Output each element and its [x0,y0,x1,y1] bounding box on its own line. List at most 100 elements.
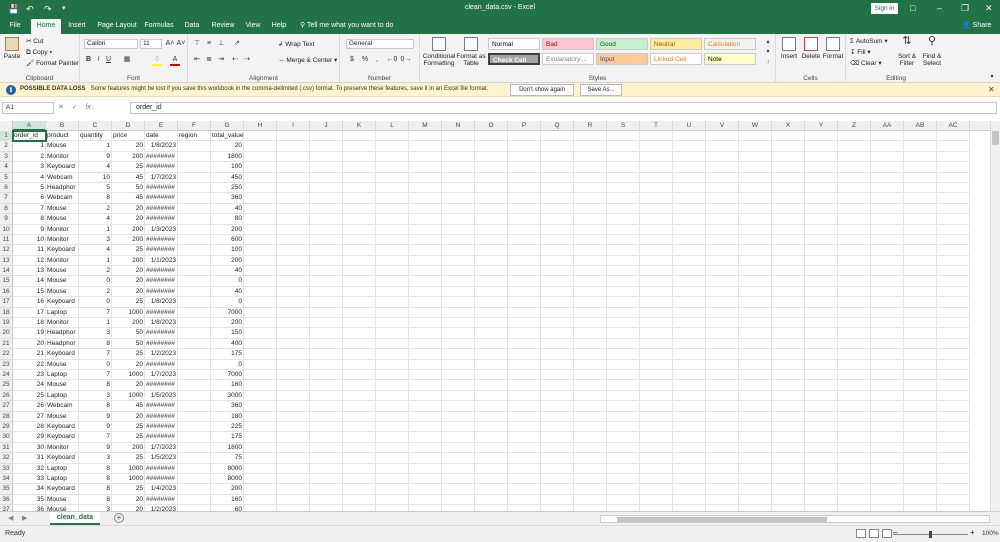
cell[interactable] [442,234,475,246]
increase-indent-icon[interactable]: ⇢ [242,55,252,64]
cell[interactable] [277,442,310,454]
cell[interactable] [574,359,607,370]
conditional-formatting-button[interactable]: Conditional Formatting [422,37,456,67]
number-format-combo[interactable]: General [346,39,414,49]
cell[interactable] [409,214,442,225]
cell[interactable] [706,421,739,433]
cell[interactable]: 1/7/2023 [145,442,178,454]
cell[interactable] [409,463,442,474]
cell[interactable]: 7 [79,369,112,381]
cell[interactable] [772,297,805,308]
cell[interactable] [838,224,871,235]
cell[interactable]: Webcam [46,193,79,204]
cell[interactable] [409,484,442,495]
cell[interactable] [508,473,541,485]
cell[interactable] [178,390,211,402]
cell[interactable] [838,380,871,391]
cell[interactable]: 16 [13,297,46,308]
cell[interactable] [244,245,277,256]
cell[interactable] [376,307,409,319]
cell[interactable]: Monitor [46,151,79,163]
cell[interactable] [475,286,508,298]
decrease-decimal-icon[interactable]: 0→ [400,55,412,64]
cell[interactable]: 20 [112,359,145,370]
cell[interactable] [244,463,277,474]
font-color-icon[interactable]: A [170,55,180,66]
cell[interactable] [805,245,838,256]
cell[interactable] [673,390,706,402]
cell[interactable] [673,266,706,277]
cell[interactable] [178,172,211,183]
cell[interactable] [376,369,409,381]
cell[interactable] [904,214,937,225]
cell[interactable] [937,131,970,142]
cell[interactable] [343,286,376,298]
increase-font-icon[interactable]: A˄ [165,39,175,48]
cell[interactable] [904,224,937,235]
cell[interactable] [244,328,277,339]
cell[interactable] [673,255,706,267]
cell[interactable] [541,349,574,360]
cell[interactable] [838,162,871,173]
page-break-view-icon[interactable] [882,529,892,538]
cell[interactable] [376,463,409,474]
font-name-combo[interactable]: Calibri [84,39,138,49]
cell[interactable] [607,193,640,204]
zoom-out-icon[interactable]: – [893,528,897,537]
cell[interactable] [904,453,937,464]
cell[interactable] [640,234,673,246]
column-header-u[interactable]: U [673,121,706,131]
cell[interactable] [310,141,343,152]
row-header[interactable]: 3 [0,151,13,163]
row-header[interactable]: 23 [0,359,13,370]
cell[interactable] [838,193,871,204]
cell[interactable] [442,214,475,225]
cell[interactable] [409,182,442,194]
cell[interactable] [376,401,409,412]
cell[interactable] [574,255,607,267]
cell[interactable] [871,234,904,246]
cell[interactable]: 3 [79,328,112,339]
cell[interactable] [574,442,607,454]
cell[interactable] [904,203,937,215]
cell[interactable] [508,276,541,287]
cell[interactable] [937,162,970,173]
cell[interactable] [508,349,541,360]
cell[interactable] [772,463,805,474]
cell[interactable] [772,390,805,402]
cell[interactable]: 3 [13,162,46,173]
cell[interactable] [904,151,937,163]
cell[interactable]: 20 [112,286,145,298]
cell[interactable] [574,234,607,246]
row-header[interactable]: 5 [0,172,13,183]
cell[interactable] [673,286,706,298]
cell[interactable] [310,369,343,381]
zoom-slider-knob[interactable] [929,531,932,538]
cell[interactable] [277,182,310,194]
cell[interactable] [409,307,442,319]
cell[interactable] [574,369,607,381]
cell[interactable]: 200 [211,255,244,267]
cell[interactable] [508,151,541,163]
column-header-f[interactable]: F [178,121,211,131]
cell[interactable] [376,182,409,194]
cell[interactable] [937,214,970,225]
cell[interactable] [871,463,904,474]
cell[interactable] [640,276,673,287]
row-header[interactable]: 32 [0,453,13,464]
cell[interactable] [937,234,970,246]
cell[interactable] [343,494,376,506]
cell[interactable] [409,234,442,246]
cell[interactable] [904,494,937,506]
cell[interactable] [244,369,277,381]
cell-style-note[interactable]: Note [704,53,756,65]
cell[interactable]: 160 [211,494,244,506]
cell[interactable]: date [145,131,178,142]
cell[interactable] [739,224,772,235]
cell[interactable] [409,224,442,235]
cell[interactable]: 8 [79,380,112,391]
cell[interactable] [475,359,508,370]
cell[interactable] [607,245,640,256]
cell[interactable]: ######## [145,203,178,215]
cell[interactable] [706,141,739,152]
